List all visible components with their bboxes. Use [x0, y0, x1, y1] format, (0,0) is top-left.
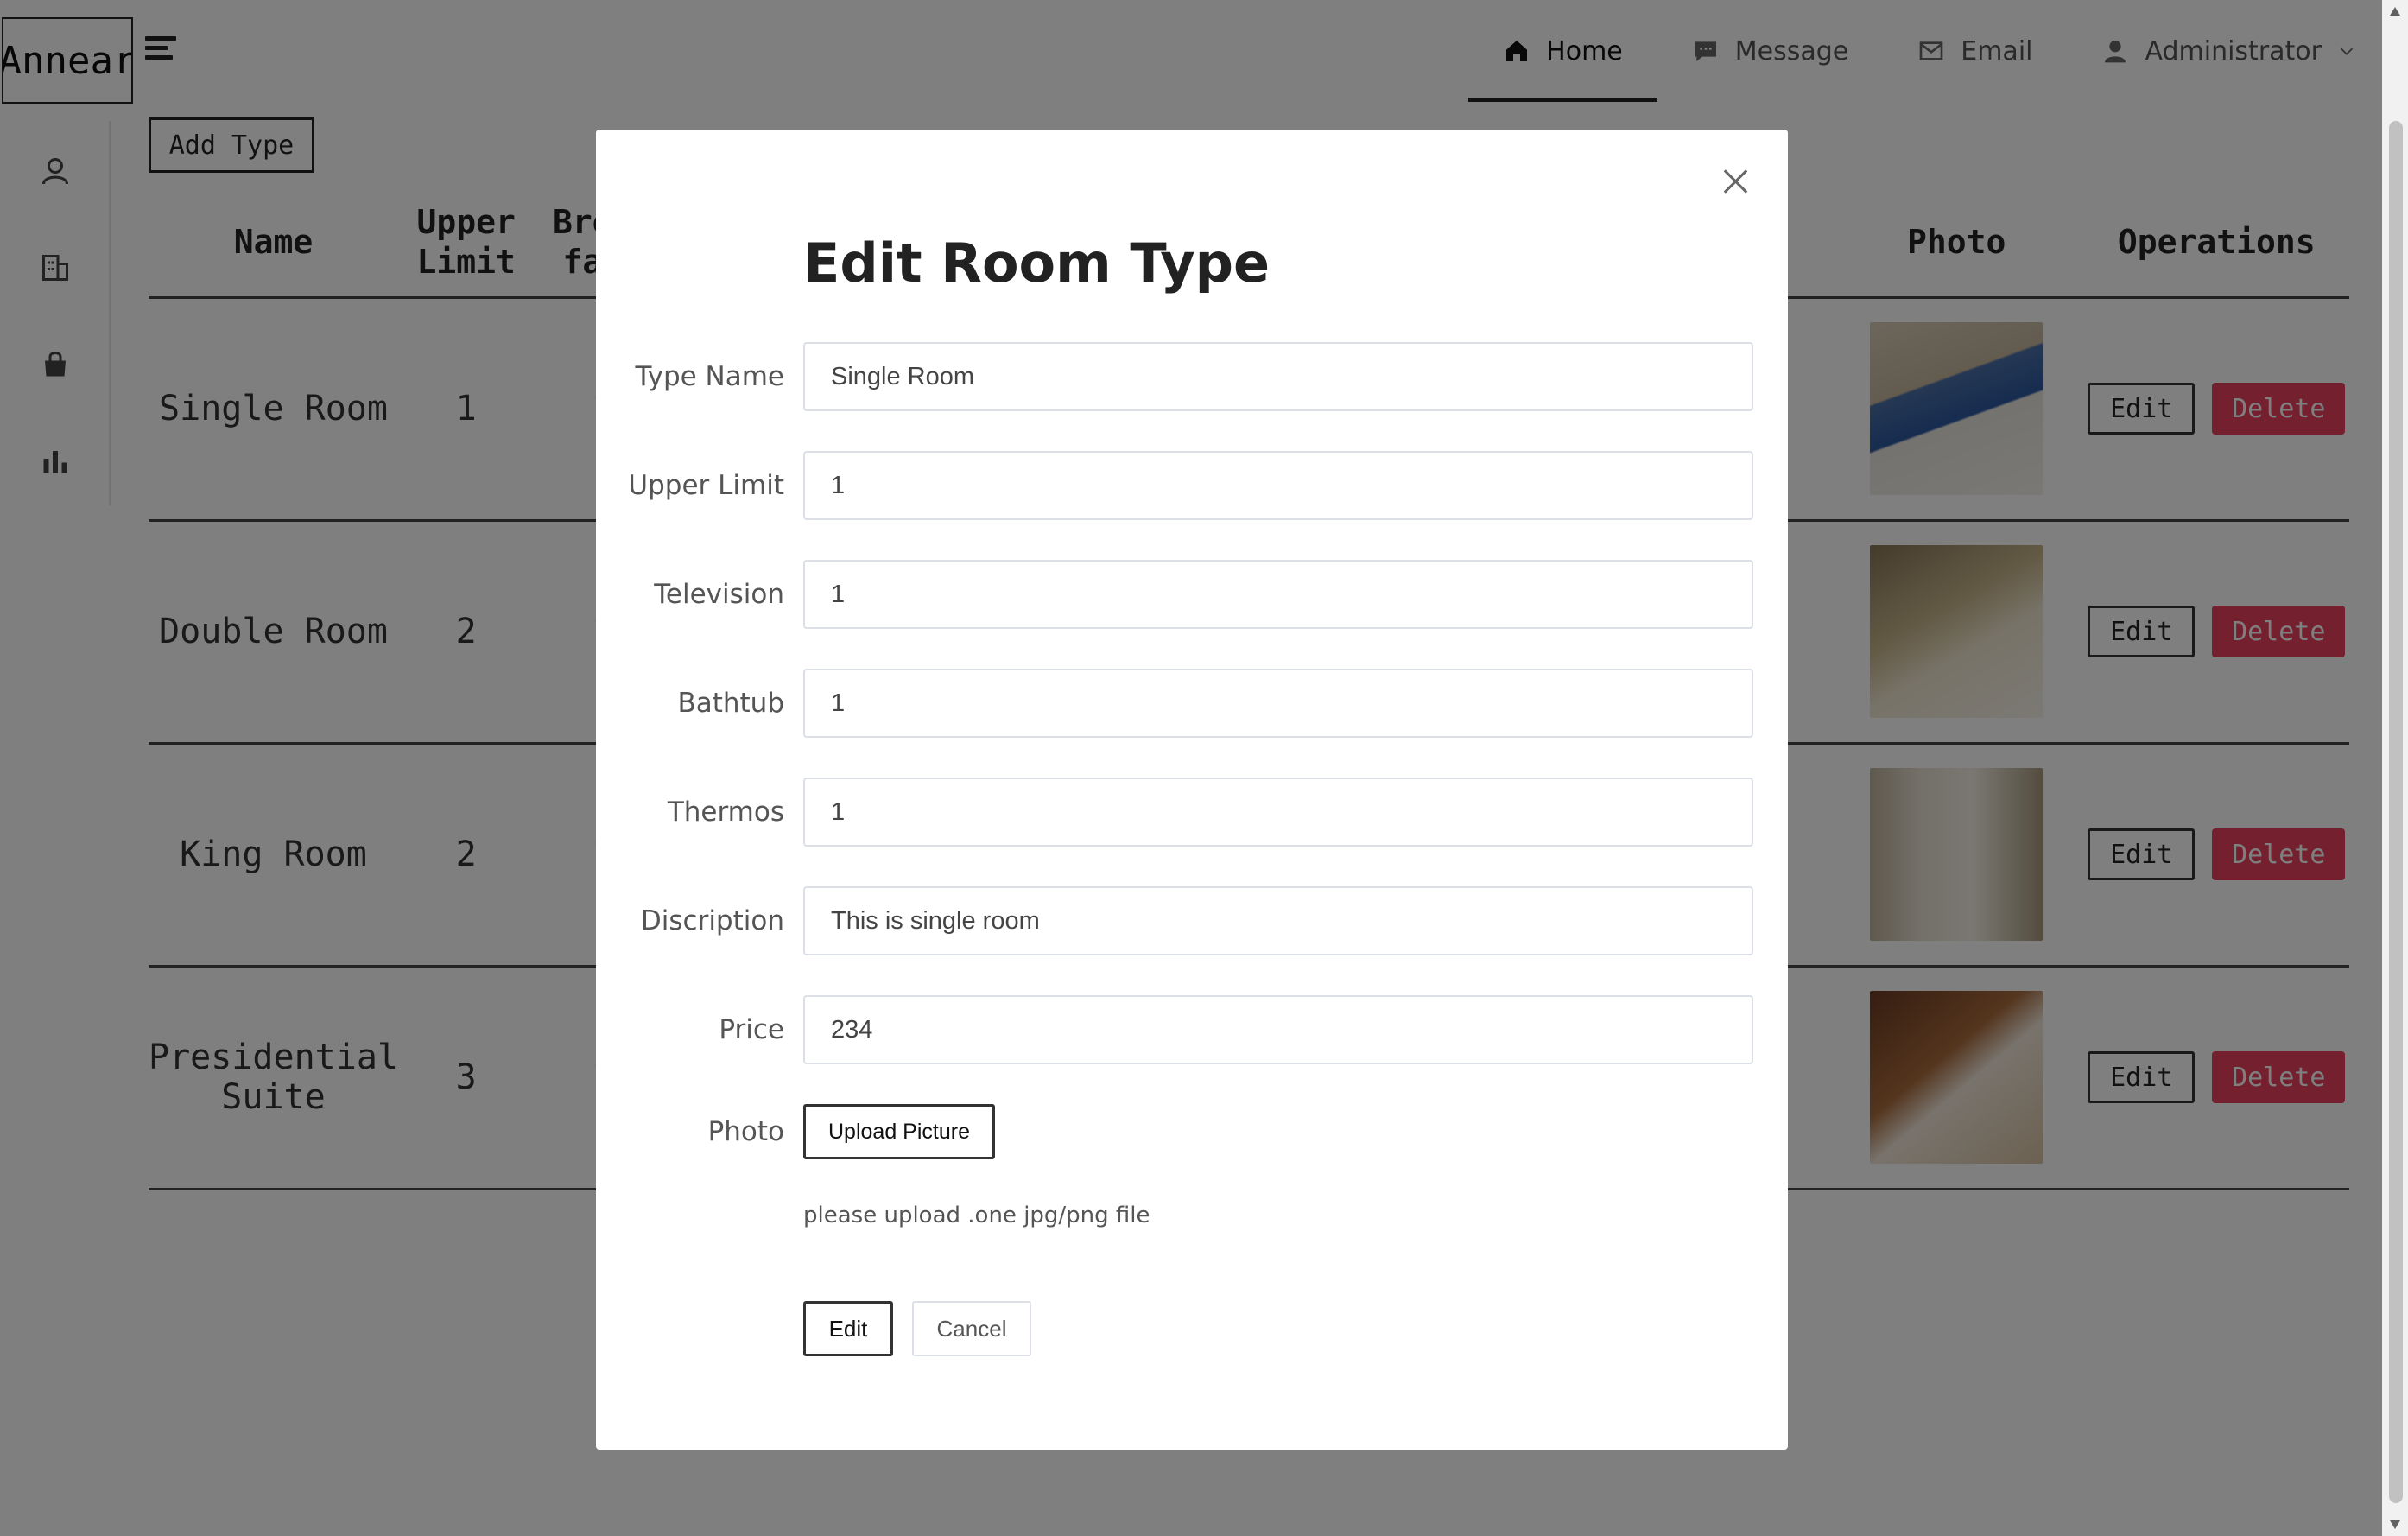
- upload-hint: please upload .one jpg/png file: [803, 1203, 1150, 1228]
- upload-picture-button[interactable]: Upload Picture: [803, 1104, 995, 1159]
- upper-limit-label: Upper Limit: [628, 470, 784, 501]
- television-input[interactable]: [803, 560, 1753, 629]
- form-row-type-name: Type Name: [596, 342, 1788, 411]
- scroll-down-icon[interactable]: [2390, 1520, 2400, 1529]
- form-row-television: Television: [596, 560, 1788, 629]
- edit-room-type-dialog: Edit Room Type Type Name Upper Limit Tel…: [596, 130, 1788, 1450]
- form-row-thermos: Thermos: [596, 778, 1788, 847]
- bathtub-label: Bathtub: [677, 688, 784, 719]
- form-row-price: Price: [596, 995, 1788, 1064]
- form-row-photo: Photo Upload Picture: [596, 1104, 1788, 1173]
- television-label: Television: [654, 579, 784, 610]
- photo-label: Photo: [707, 1116, 784, 1147]
- dialog-title: Edit Room Type: [803, 232, 1271, 295]
- cancel-button[interactable]: Cancel: [912, 1301, 1031, 1356]
- price-input[interactable]: [803, 995, 1753, 1064]
- form-row-bathtub: Bathtub: [596, 669, 1788, 738]
- form-row-upper-limit: Upper Limit: [596, 451, 1788, 520]
- thermos-label: Thermos: [667, 797, 784, 828]
- description-input[interactable]: [803, 886, 1753, 955]
- page-scrollbar[interactable]: [2382, 0, 2408, 1536]
- scroll-up-icon[interactable]: [2390, 7, 2400, 16]
- bathtub-input[interactable]: [803, 669, 1753, 738]
- form-row-description: Discription: [596, 886, 1788, 955]
- thermos-input[interactable]: [803, 778, 1753, 847]
- close-icon[interactable]: [1719, 164, 1753, 199]
- submit-edit-button[interactable]: Edit: [803, 1301, 893, 1356]
- type-name-label: Type Name: [635, 361, 784, 392]
- price-label: Price: [719, 1014, 784, 1045]
- scroll-thumb[interactable]: [2389, 121, 2403, 1503]
- type-name-input[interactable]: [803, 342, 1753, 411]
- description-label: Discription: [640, 905, 784, 936]
- upper-limit-input[interactable]: [803, 451, 1753, 520]
